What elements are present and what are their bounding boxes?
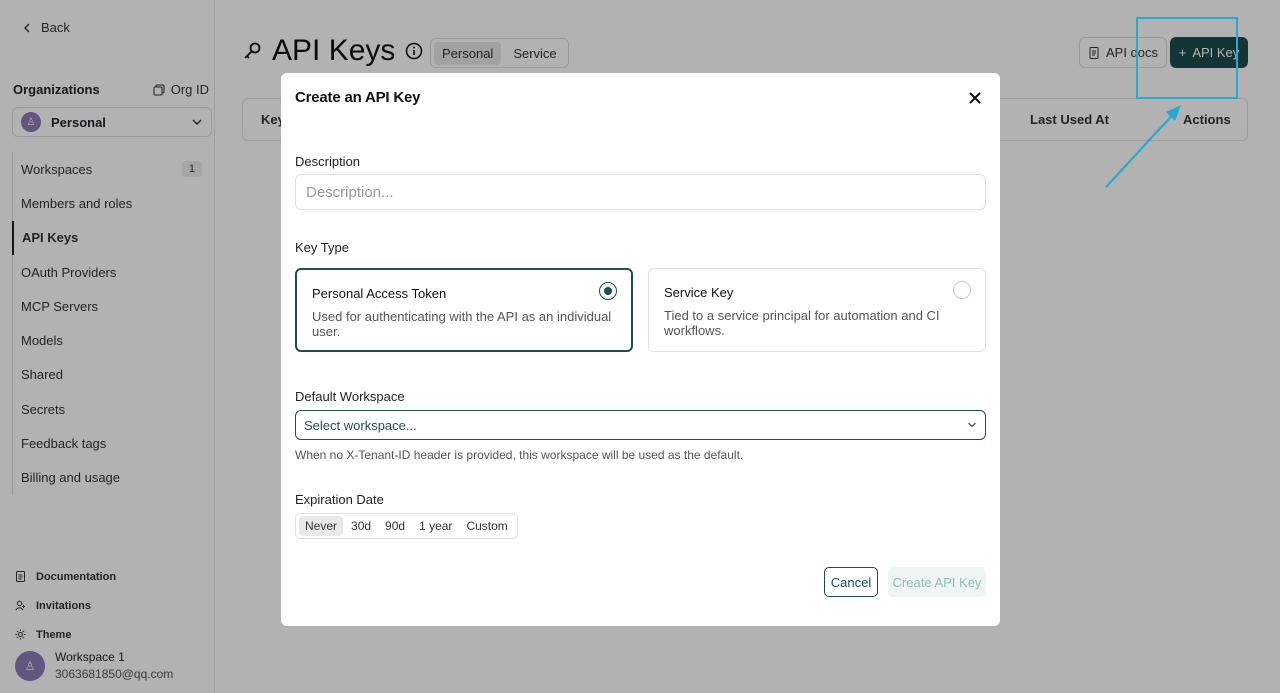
create-api-key-button[interactable]: Create API Key [888,567,986,597]
description-label: Description [295,154,361,169]
expiration-option-custom[interactable]: Custom [460,516,513,536]
key-type-label: Key Type [295,240,349,255]
option-title: Personal Access Token [312,286,447,301]
option-service-key[interactable]: Service Key Tied to a service principal … [648,268,986,352]
default-workspace-label: Default Workspace [295,389,405,404]
expiration-option-90d[interactable]: 90d [379,516,411,536]
workspace-hint: When no X-Tenant-ID header is provided, … [295,448,744,462]
chevron-down-icon [968,422,976,428]
expiration-option-30d[interactable]: 30d [345,516,377,536]
workspace-select-value: Select workspace... [304,417,417,433]
expiration-option-1-year[interactable]: 1 year [413,516,458,536]
description-input[interactable] [295,174,986,210]
close-icon[interactable] [967,90,983,106]
radio-selected[interactable] [599,282,617,300]
annotation-arrow [1105,105,1181,188]
option-description: Used for authenticating with the API as … [312,309,612,339]
dialog-title: Create an API Key [295,89,421,106]
cancel-button[interactable]: Cancel [824,567,878,597]
expiration-options: Never 30d 90d 1 year Custom [295,513,518,539]
option-title: Service Key [664,285,734,300]
radio-unselected[interactable] [953,281,971,299]
expiration-option-never[interactable]: Never [299,516,344,536]
workspace-select[interactable]: Select workspace... [295,410,986,440]
option-description: Tied to a service principal for automati… [664,308,940,338]
create-api-key-dialog: Create an API Key Description Key Type P… [281,73,1000,626]
option-personal-access-token[interactable]: Personal Access Token Used for authentic… [295,268,633,352]
expiration-label: Expiration Date [295,492,384,507]
annotation-highlight-box [1136,17,1238,99]
